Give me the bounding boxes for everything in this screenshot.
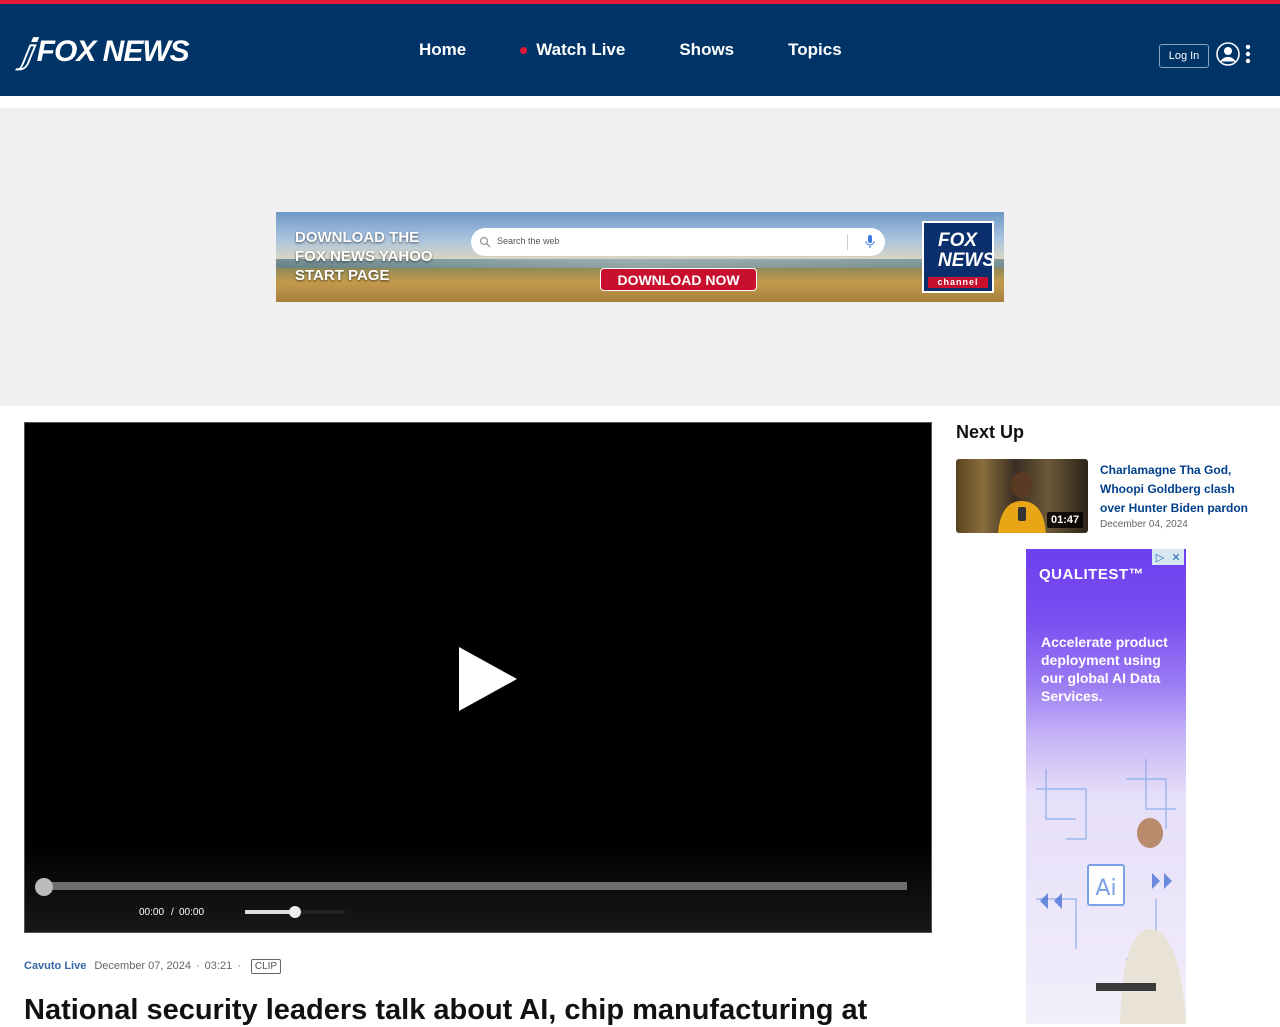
ad-ai-tag: Ai [1095, 876, 1116, 901]
nav-shows[interactable]: Shows [652, 40, 761, 60]
search-icon [479, 236, 491, 248]
ad-headline-line: DOWNLOAD THE [295, 229, 420, 246]
video-player[interactable]: 00:00 / 00:00 [24, 422, 932, 933]
fnc-logo-bottom: NEWS [938, 250, 995, 271]
ad-illustration: Ai [1036, 759, 1186, 1024]
more-menu-icon[interactable] [1244, 44, 1252, 64]
next-up-heading: Next Up [956, 422, 1025, 442]
live-dot-icon [520, 46, 528, 54]
fnc-logo-top: FOX [938, 230, 978, 251]
logo-text: FOX NEWS [36, 35, 190, 68]
ad-headline-line: FOX NEWS YAHOO [295, 248, 433, 265]
nav-watch-live[interactable]: Watch Live [493, 40, 652, 60]
ad-headline-line: START PAGE [295, 267, 390, 284]
nav-watch-live-label: Watch Live [536, 40, 626, 59]
fnc-logo-channel: channel [928, 277, 988, 288]
video-meta: Cavuto Live December 07, 2024 · 03:21 · … [24, 956, 282, 976]
ad-search-bar: Search the web [471, 228, 885, 256]
video-headline: National security leaders talk about AI,… [24, 994, 868, 1026]
clip-badge: CLIP [250, 958, 282, 974]
meta-separator: · [195, 960, 200, 972]
user-account-icon[interactable] [1216, 42, 1240, 66]
nav-home[interactable]: Home [392, 40, 493, 60]
close-icon[interactable]: ✕ [1168, 549, 1184, 565]
ad-choices: ▷ ✕ [1152, 549, 1184, 565]
nav-topics[interactable]: Topics [761, 40, 869, 60]
meta-separator: · [237, 960, 241, 972]
download-now-button[interactable]: DOWNLOAD NOW [600, 268, 757, 291]
fox-news-channel-logo: FOX NEWS channel [922, 221, 995, 293]
volume-level [245, 910, 295, 914]
divider [847, 234, 848, 250]
next-up-title-link[interactable]: Charlamagne Tha God, Whoopi Goldberg cla… [1100, 461, 1260, 518]
yahoo-start-page-ad[interactable]: DOWNLOAD THE FOX NEWS YAHOO START PAGE S… [276, 212, 1004, 302]
ad-copy: Accelerate product deployment using our … [1041, 634, 1168, 704]
nav-topics-label: Topics [788, 40, 842, 59]
ad-brand: QUALITEST™ [1039, 566, 1144, 583]
show-link[interactable]: Cavuto Live [24, 960, 86, 972]
ad-headline: DOWNLOAD THE FOX NEWS YAHOO START PAGE [295, 228, 433, 285]
next-up-duration: 01:47 [1047, 512, 1084, 528]
nav-home-label: Home [419, 40, 467, 59]
qualitest-ad[interactable]: QUALITEST™ Accelerate product deployment… [1026, 549, 1186, 1024]
volume-handle[interactable] [289, 906, 301, 918]
time-separator: / [171, 907, 174, 918]
current-time: 00:00 [139, 907, 165, 918]
video-length: 03:21 [204, 960, 233, 972]
login-button[interactable]: Log In [1159, 44, 1209, 68]
progress-bar[interactable] [45, 882, 907, 890]
site-header: ⅉ FOX NEWS Home Watch Live Shows Topics … [0, 0, 1280, 96]
total-duration: 00:00 [179, 907, 205, 918]
fox-news-logo[interactable]: ⅉ FOX NEWS [20, 33, 190, 71]
next-up-date: December 04, 2024 [1100, 519, 1188, 530]
ad-search-placeholder: Search the web [497, 236, 560, 246]
progress-handle[interactable] [35, 878, 53, 896]
thumbnail-person-image [998, 472, 1046, 533]
nav-shows-label: Shows [679, 40, 735, 59]
video-date: December 07, 2024 [94, 960, 191, 972]
play-icon[interactable] [459, 647, 519, 711]
adchoices-icon[interactable]: ▷ [1152, 549, 1168, 565]
main-nav: Home Watch Live Shows Topics [392, 40, 869, 60]
microphone-icon [865, 235, 875, 248]
